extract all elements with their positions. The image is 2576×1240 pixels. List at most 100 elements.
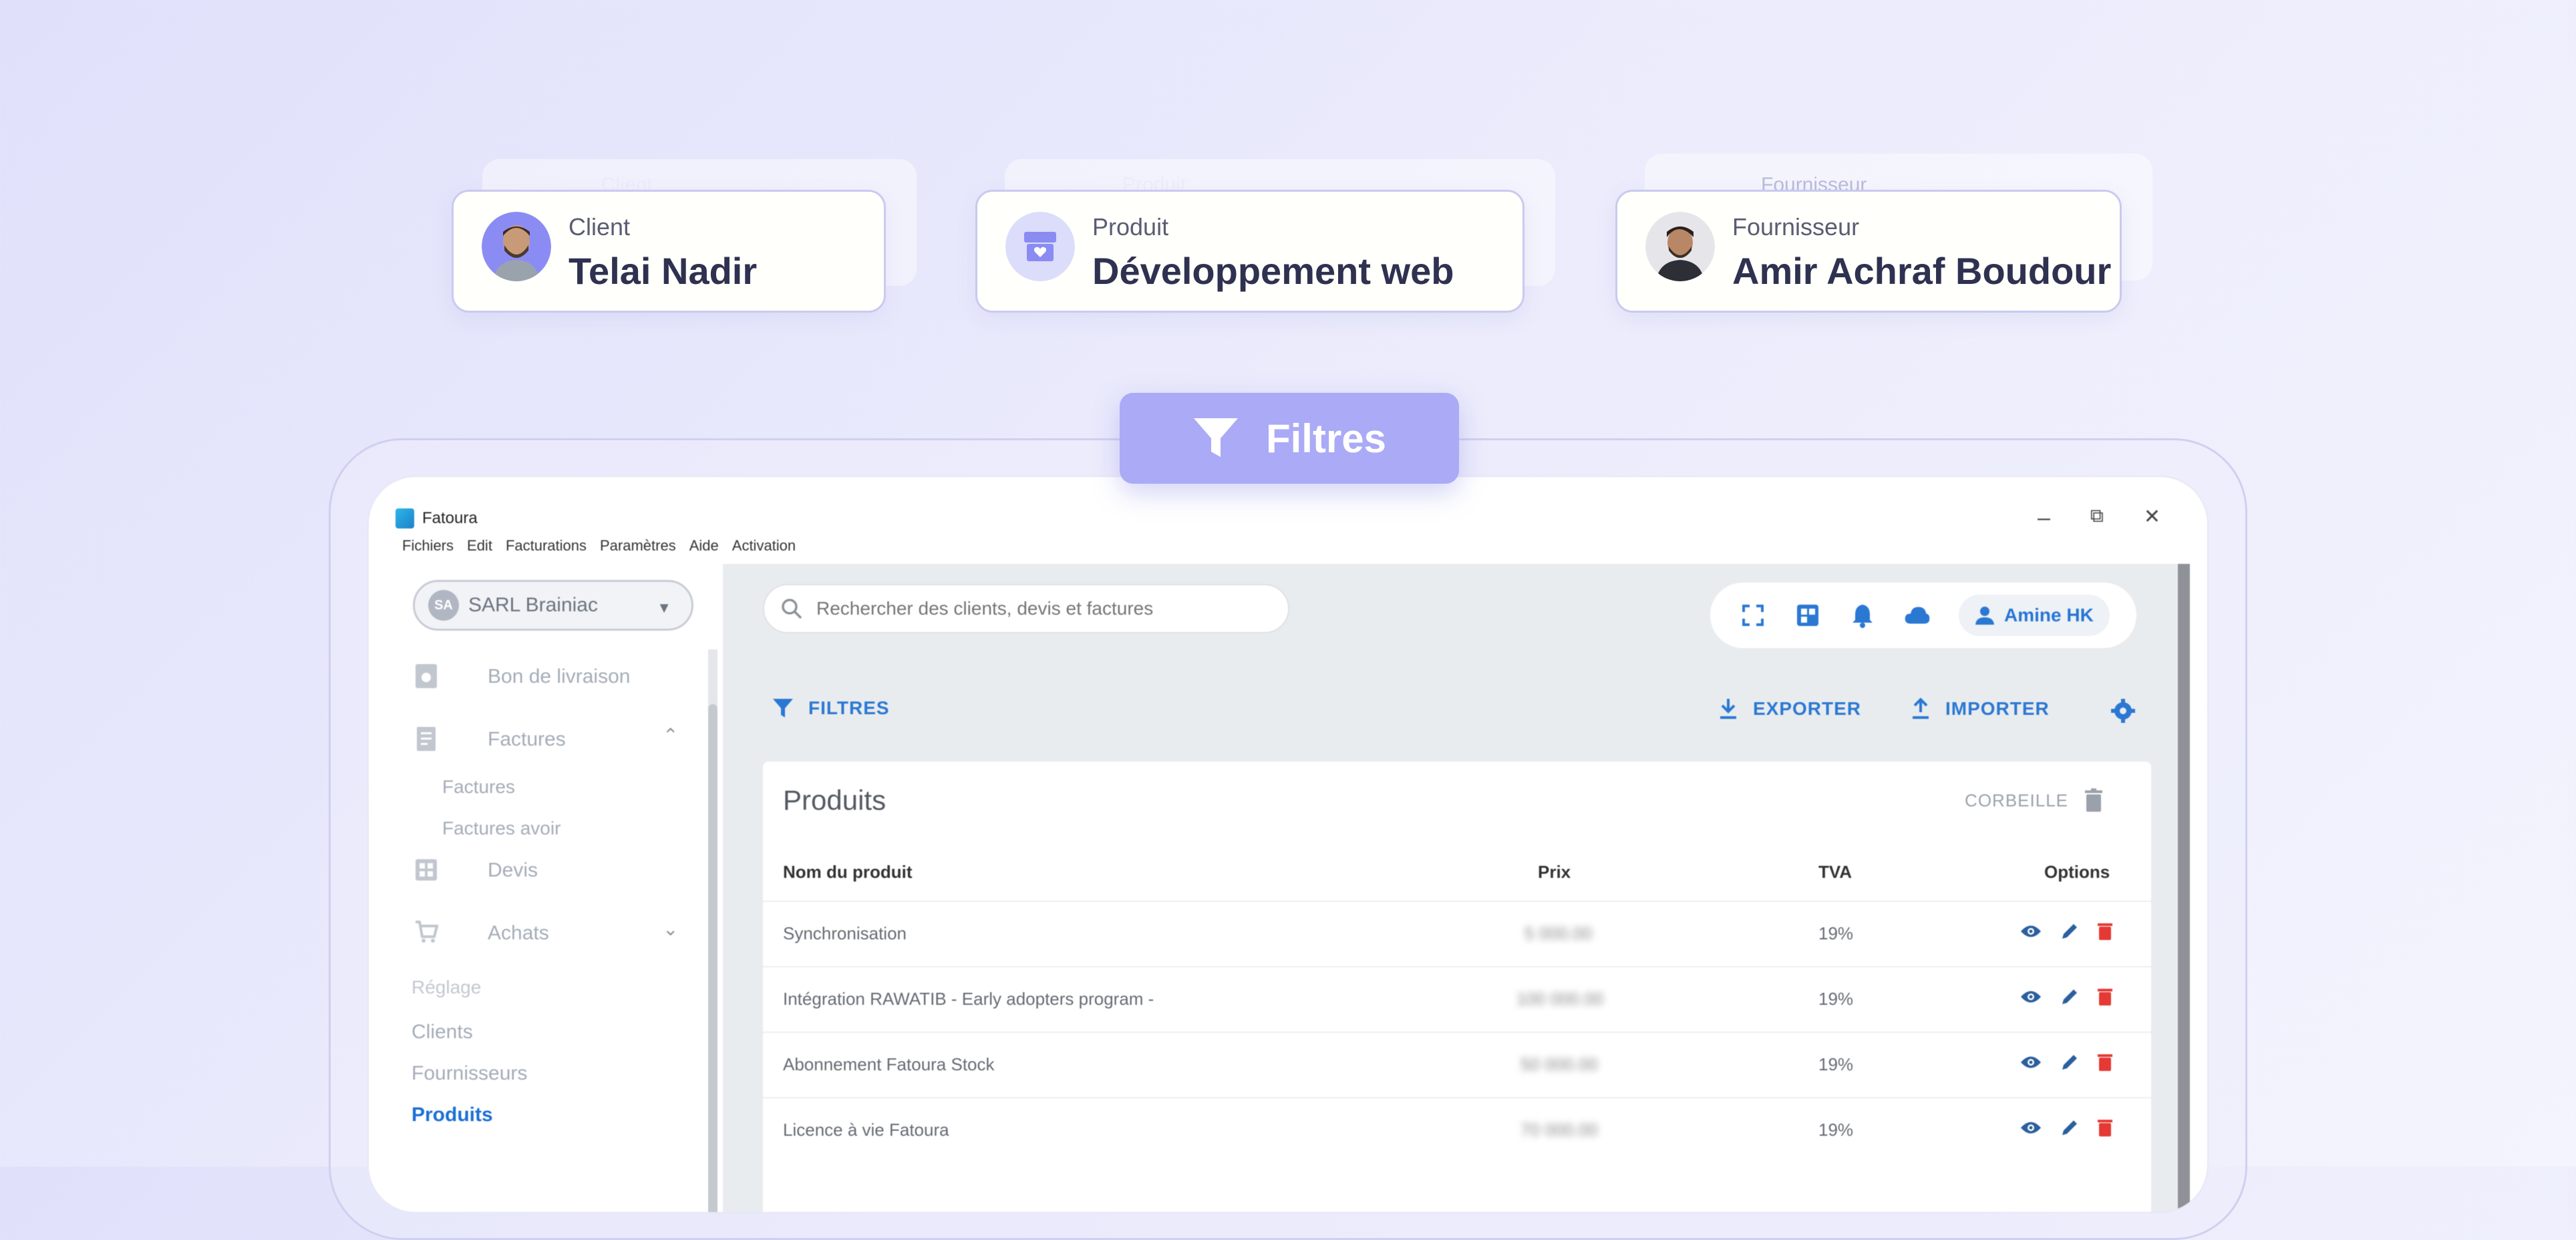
supplier-avatar	[1645, 212, 1715, 281]
cloud-icon[interactable]	[1904, 602, 1931, 629]
filter-icon	[773, 699, 793, 718]
menubar: Fichiers Edit Facturations Paramètres Ai…	[402, 537, 796, 555]
edit-icon[interactable]	[2060, 1053, 2079, 1072]
product-card-value: Développement web	[1092, 250, 1454, 292]
cart-icon	[416, 921, 438, 943]
app-logo-icon	[395, 508, 414, 528]
chevron-down-icon: ▼	[657, 599, 671, 616]
search-input[interactable]	[815, 597, 1245, 620]
close-icon[interactable]: ✕	[2144, 505, 2160, 531]
trash-label: CORBEILLE	[1965, 790, 2068, 810]
import-button[interactable]: IMPORTER	[1911, 698, 2050, 720]
product-price: 50 000.00	[1520, 1054, 1598, 1074]
fullscreen-icon[interactable]	[1740, 602, 1766, 629]
search-icon	[782, 599, 802, 619]
product-name: Licence à vie Fatoura	[783, 1120, 949, 1140]
trash-icon	[2085, 788, 2102, 812]
invoice-icon	[417, 727, 436, 751]
sidebar-item-bon-de-livraison[interactable]: Bon de livraison	[488, 665, 630, 688]
eye-icon[interactable]	[2020, 924, 2042, 939]
sidebar-scrollbar-thumb[interactable]	[708, 704, 717, 1212]
download-icon	[1720, 699, 1736, 719]
delete-icon[interactable]	[2098, 1118, 2112, 1137]
grid-icon	[416, 859, 437, 881]
edit-icon[interactable]	[2060, 1118, 2079, 1137]
restore-icon[interactable]: ⧉	[2090, 505, 2104, 531]
sidebar-subitem-factures-avoir[interactable]: Factures avoir	[442, 818, 560, 839]
sidebar-link-clients[interactable]: Clients	[412, 1021, 473, 1044]
product-price: 5 000.00	[1524, 923, 1593, 943]
sidebar-item-factures[interactable]: Factures	[488, 728, 566, 751]
company-name: SARL Brainiac	[468, 594, 598, 616]
search-bar[interactable]	[763, 584, 1289, 633]
sidebar-subitem-factures[interactable]: Factures	[442, 776, 515, 798]
menu-fichiers[interactable]: Fichiers	[402, 537, 454, 555]
row-options	[2020, 922, 2112, 941]
dashboard-icon[interactable]	[1794, 602, 1821, 629]
edit-icon[interactable]	[2060, 922, 2079, 941]
chevron-up-icon[interactable]: ⌃	[663, 724, 678, 746]
eye-icon[interactable]	[2020, 1055, 2042, 1070]
sidebar-link-produits[interactable]: Produits	[412, 1104, 493, 1126]
col-header-options: Options	[2044, 862, 2110, 882]
product-name: Abonnement Fatoura Stock	[783, 1054, 995, 1074]
products-title: Produits	[783, 784, 887, 816]
menu-activation[interactable]: Activation	[732, 537, 796, 555]
filter-icon	[1193, 418, 1238, 457]
bell-icon[interactable]	[1849, 602, 1876, 629]
delete-icon[interactable]	[2098, 987, 2112, 1006]
row-options	[2020, 1053, 2112, 1072]
filters-button[interactable]: FILTRES	[772, 698, 890, 719]
minimize-icon[interactable]: –	[2038, 505, 2050, 531]
menu-aide[interactable]: Aide	[689, 537, 719, 555]
menu-facturations[interactable]: Facturations	[506, 537, 587, 555]
window-controls: – ⧉ ✕	[2038, 505, 2160, 531]
export-button[interactable]: EXPORTER	[1718, 698, 1861, 720]
col-header-name[interactable]: Nom du produit	[783, 862, 913, 883]
supplier-card-value: Amir Achraf Boudour	[1732, 250, 2112, 292]
product-tva: 19%	[1818, 989, 1854, 1009]
product-avatar	[1005, 212, 1075, 281]
import-button-label: IMPORTER	[1945, 698, 2050, 719]
filters-badge[interactable]: Filtres	[1120, 393, 1459, 484]
gear-icon	[2111, 699, 2135, 723]
sidebar-section-reglage: Réglage	[412, 977, 482, 997]
user-name: Amine HK	[2004, 605, 2094, 625]
eye-icon[interactable]	[2020, 1120, 2042, 1135]
menu-edit[interactable]: Edit	[467, 537, 492, 555]
table-row[interactable]: Abonnement Fatoura Stock 50 000.00 19%	[763, 1032, 2151, 1098]
supplier-card-label: Fournisseur	[1732, 213, 1860, 241]
company-avatar: SA	[428, 590, 459, 621]
sidebar-item-achats[interactable]: Achats	[488, 922, 549, 945]
upload-icon	[1913, 698, 1929, 719]
delete-icon[interactable]	[2098, 922, 2112, 941]
titlebar: Fatoura	[395, 505, 478, 532]
sidebar-item-devis[interactable]: Devis	[488, 859, 538, 882]
delete-icon[interactable]	[2098, 1053, 2112, 1072]
eye-icon[interactable]	[2020, 989, 2042, 1004]
table-row[interactable]: Intégration RAWATIB - Early adopters pro…	[763, 966, 2151, 1033]
client-card-value: Telai Nadir	[569, 250, 758, 292]
supplier-card[interactable]: Fournisseur Amir Achraf Boudour	[1615, 190, 2122, 313]
edit-icon[interactable]	[2060, 987, 2079, 1006]
product-card[interactable]: Produit Développement web	[975, 190, 1524, 313]
sidebar-link-fournisseurs[interactable]: Fournisseurs	[412, 1062, 527, 1085]
col-header-tva[interactable]: TVA	[1818, 862, 1852, 883]
row-options	[2020, 987, 2112, 1006]
trash-button[interactable]: CORBEILLE	[1965, 788, 2103, 812]
user-menu[interactable]: Amine HK	[1959, 595, 2110, 636]
client-avatar	[482, 212, 551, 281]
menu-parametres[interactable]: Paramètres	[600, 537, 676, 555]
product-tva: 19%	[1818, 1120, 1854, 1140]
client-card-label: Client	[569, 213, 631, 241]
settings-button[interactable]	[2110, 698, 2136, 724]
table-row[interactable]: Synchronisation 5 000.00 19%	[763, 901, 2151, 967]
company-select[interactable]: SA SARL Brainiac ▼	[413, 580, 693, 631]
table-row[interactable]: Licence à vie Fatoura 70 000.00 19%	[763, 1097, 2151, 1164]
product-name: Synchronisation	[783, 923, 907, 943]
col-header-price[interactable]: Prix	[1538, 862, 1571, 883]
client-card[interactable]: Client Telai Nadir	[452, 190, 886, 313]
chevron-down-icon[interactable]: ⌄	[663, 918, 678, 940]
main-scrollbar[interactable]	[2178, 564, 2190, 1212]
user-icon	[1975, 607, 1994, 625]
